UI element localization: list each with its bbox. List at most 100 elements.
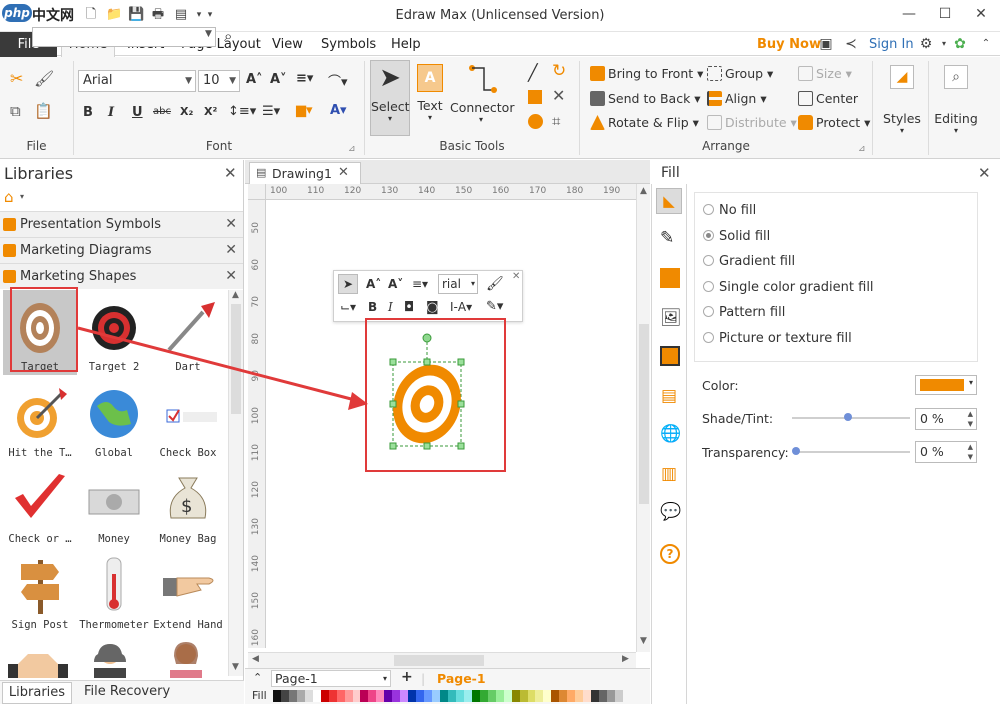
scroll-thumb[interactable] (639, 324, 649, 504)
palette-color-swatch[interactable] (368, 690, 377, 702)
shade-tint-input[interactable]: 0 % ▲ ▼ (915, 408, 977, 430)
image-icon[interactable]: 🖼 (660, 308, 682, 328)
palette-color-swatch[interactable] (273, 690, 281, 702)
scroll-up-icon[interactable]: ▲ (640, 186, 647, 196)
color-label: Color: (702, 378, 739, 393)
palette-color-swatch[interactable] (543, 690, 552, 702)
scroll-right-icon[interactable]: ▶ (622, 654, 629, 664)
hyperlink-globe-icon[interactable]: 🌐 (660, 424, 681, 444)
fill-label: Fill (252, 689, 267, 702)
radio-gradient-fill[interactable]: Gradient fill (703, 254, 795, 269)
page-select-value: Page-1 (275, 671, 318, 686)
palette-color-swatch[interactable] (575, 690, 584, 702)
transparency-input[interactable]: 0 % ▲ ▼ (915, 441, 977, 463)
palette-color-swatch[interactable] (376, 690, 385, 702)
palette-color-swatch[interactable] (511, 690, 520, 702)
attachment-icon[interactable]: ▥ (661, 464, 677, 484)
palette-color-swatch[interactable] (527, 690, 536, 702)
palette-color-swatch[interactable] (352, 690, 361, 702)
palette-color-swatch[interactable] (296, 690, 305, 702)
palette-color-swatch[interactable] (567, 690, 576, 702)
palette-color-swatch[interactable] (336, 690, 345, 702)
palette-color-swatch[interactable] (416, 690, 425, 702)
palette-color-swatch[interactable] (559, 690, 568, 702)
palette-color-swatch[interactable] (328, 690, 337, 702)
transparency-value: 0 % (920, 444, 944, 459)
scroll-down-icon[interactable]: ▼ (640, 636, 647, 646)
radio-circle (703, 306, 714, 317)
shade-tint-label: Shade/Tint: (702, 411, 774, 426)
palette-color-swatch[interactable] (479, 690, 488, 702)
color-picker[interactable]: ▾ (915, 375, 977, 395)
palette-color-swatch[interactable] (392, 690, 401, 702)
palette-color-swatch[interactable] (599, 690, 608, 702)
shadow-icon[interactable] (660, 268, 680, 288)
spinner-arrows-icon[interactable]: ▲ ▼ (968, 442, 973, 462)
color-palette-bar: Fill (245, 688, 650, 704)
radio-no-fill[interactable]: No fill (703, 203, 756, 218)
palette-color-swatch[interactable] (503, 690, 512, 702)
palette-color-swatch[interactable] (440, 690, 448, 702)
color-palette[interactable] (273, 690, 623, 702)
page-up-icon[interactable]: ⌃ (253, 671, 262, 684)
fill-paint-icon[interactable]: ◣ (656, 188, 682, 214)
shade-tint-knob[interactable] (844, 413, 852, 421)
palette-color-swatch[interactable] (408, 690, 417, 702)
scroll-thumb[interactable] (394, 655, 484, 666)
chevron-down-icon: ▾ (968, 378, 973, 387)
comment-icon[interactable]: 💬 (660, 502, 681, 522)
radio-single-color-gradient[interactable]: Single color gradient fill (703, 280, 874, 295)
page-tab[interactable]: Page-1 (437, 671, 486, 686)
palette-color-swatch[interactable] (447, 690, 456, 702)
palette-color-swatch[interactable] (424, 690, 433, 702)
radio-circle (703, 230, 714, 241)
scroll-left-icon[interactable]: ◀ (252, 654, 259, 664)
fill-panel-title: Fill (661, 165, 680, 181)
radio-label: Picture or texture fill (719, 331, 852, 346)
radio-circle (703, 332, 714, 343)
palette-color-swatch[interactable] (471, 690, 480, 702)
palette-color-swatch[interactable] (607, 690, 615, 702)
radio-label: Single color gradient fill (719, 280, 874, 295)
palette-color-swatch[interactable] (551, 690, 560, 702)
transparency-label: Transparency: (702, 445, 789, 460)
palette-color-swatch[interactable] (344, 690, 353, 702)
palette-color-swatch[interactable] (432, 690, 441, 702)
palette-color-swatch[interactable] (280, 690, 289, 702)
palette-color-swatch[interactable] (463, 690, 472, 702)
radio-label: Solid fill (719, 229, 771, 244)
close-icon[interactable]: ✕ (978, 164, 991, 182)
canvas-horizontal-scrollbar[interactable]: ◀ ▶ (248, 652, 636, 668)
palette-color-swatch[interactable] (614, 690, 623, 702)
line-style-icon[interactable]: ✎ (660, 228, 674, 248)
palette-color-swatch[interactable] (312, 690, 321, 702)
page-icon[interactable]: ▤ (661, 386, 677, 406)
transparency-knob[interactable] (792, 447, 800, 455)
add-page-icon[interactable]: + (401, 669, 413, 685)
palette-color-swatch[interactable] (384, 690, 393, 702)
radio-pattern-fill[interactable]: Pattern fill (703, 305, 785, 320)
chevron-down-icon: ▾ (382, 674, 387, 683)
radio-solid-fill[interactable]: Solid fill (703, 229, 770, 244)
palette-color-swatch[interactable] (519, 690, 528, 702)
transparency-slider[interactable] (796, 451, 910, 453)
palette-color-swatch[interactable] (591, 690, 600, 702)
canvas-vertical-scrollbar[interactable]: ▲ ▼ (636, 184, 650, 652)
palette-color-swatch[interactable] (535, 690, 544, 702)
radio-picture-fill[interactable]: Picture or texture fill (703, 331, 852, 346)
page-select[interactable]: Page-1 ▾ (271, 670, 391, 687)
spinner-arrows-icon[interactable]: ▲ ▼ (968, 409, 973, 429)
palette-color-swatch[interactable] (455, 690, 464, 702)
palette-color-swatch[interactable] (583, 690, 592, 702)
palette-color-swatch[interactable] (320, 690, 329, 702)
palette-color-swatch[interactable] (304, 690, 313, 702)
palette-color-swatch[interactable] (495, 690, 504, 702)
layer-icon[interactable] (660, 346, 680, 366)
palette-color-swatch[interactable] (400, 690, 409, 702)
palette-color-swatch[interactable] (360, 690, 369, 702)
radio-circle (703, 281, 714, 292)
palette-color-swatch[interactable] (487, 690, 496, 702)
palette-color-swatch[interactable] (288, 690, 297, 702)
radio-label: Pattern fill (719, 305, 786, 320)
help-icon[interactable]: ? (660, 544, 680, 564)
